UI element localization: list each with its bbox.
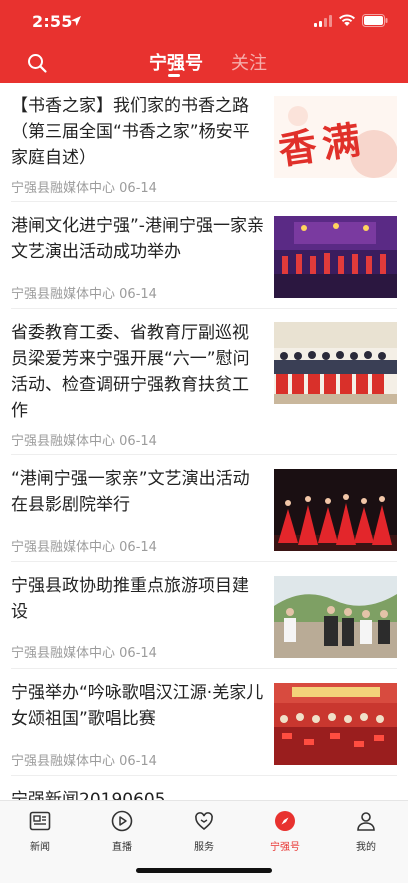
news-title: 【书香之家】我们家的书香之路（第三届全国“书香之家”杨安平家庭自述） xyxy=(11,96,250,168)
news-source: 宁强县融媒体中心 xyxy=(11,287,116,302)
user-icon xyxy=(357,812,375,831)
news-item[interactable]: 宁强新闻20190605 xyxy=(0,776,408,800)
home-indicator[interactable] xyxy=(136,868,272,873)
tabbar-item-mine[interactable]: 我的 xyxy=(336,809,396,853)
news-date: 06-14 xyxy=(119,434,157,449)
news-item[interactable]: 省委教育工委、省教育厅副巡视员梁爱芳来宁强开展“六一”慰问活动、检查调研宁强教育… xyxy=(0,309,408,455)
news-title: 宁强县政协助推重点旅游项目建设 xyxy=(11,576,249,622)
news-date: 06-14 xyxy=(119,287,157,302)
news-meta: 宁强县融媒体中心 06-14 xyxy=(11,750,157,769)
tabbar-item-ningqianghao[interactable]: 宁强号 xyxy=(255,809,315,853)
tabbar-label: 宁强号 xyxy=(270,842,300,853)
battery-icon xyxy=(362,14,388,27)
location-arrow-icon xyxy=(71,16,81,26)
news-meta: 宁强县融媒体中心 06-14 xyxy=(11,536,157,555)
news-source: 宁强县融媒体中心 xyxy=(11,754,116,769)
newspaper-icon xyxy=(29,811,51,831)
news-thumbnail xyxy=(274,683,397,765)
news-source: 宁强县融媒体中心 xyxy=(11,540,116,555)
news-source: 宁强县融媒体中心 xyxy=(11,646,116,661)
tabbar-label: 服务 xyxy=(194,842,214,853)
news-meta: 宁强县融媒体中心 06-14 xyxy=(11,283,157,302)
news-title: 宁强新闻20190605 xyxy=(11,790,166,800)
status-time: 2:55 xyxy=(32,12,73,31)
news-thumbnail: 香满 xyxy=(274,96,397,178)
service-heart-icon xyxy=(195,812,213,831)
wifi-icon xyxy=(339,14,355,26)
tabbar-label: 直播 xyxy=(112,842,132,853)
tabbar-label: 我的 xyxy=(356,842,376,853)
tab-ningqianghao[interactable]: 宁强号 xyxy=(149,49,203,75)
play-icon xyxy=(111,810,133,832)
news-date: 06-14 xyxy=(119,646,157,661)
news-title: 港闸文化进宁强”-港闸宁强一家亲文艺演出活动成功举办 xyxy=(11,216,264,262)
compass-icon xyxy=(275,811,295,831)
news-meta: 宁强县融媒体中心 06-14 xyxy=(11,642,157,661)
news-date: 06-14 xyxy=(119,754,157,769)
tabbar-item-news[interactable]: 新闻 xyxy=(10,809,70,853)
tab-follow[interactable]: 关注 xyxy=(231,49,267,75)
news-title: “港闸宁强一家亲”文艺演出活动在县影剧院举行 xyxy=(11,469,250,515)
news-thumbnail xyxy=(274,576,397,658)
news-item[interactable]: 港闸文化进宁强”-港闸宁强一家亲文艺演出活动成功举办 宁强县融媒体中心 06-1… xyxy=(0,202,408,309)
news-source: 宁强县融媒体中心 xyxy=(11,434,116,449)
tabbar-item-service[interactable]: 服务 xyxy=(174,809,234,853)
news-thumbnail xyxy=(274,469,397,551)
app-header: 2:55 宁强号 关注 xyxy=(0,0,408,83)
news-item[interactable]: 【书香之家】我们家的书香之路（第三届全国“书香之家”杨安平家庭自述） 宁强县融媒… xyxy=(0,83,408,202)
tabbar-label: 新闻 xyxy=(30,842,50,853)
tabbar-item-live[interactable]: 直播 xyxy=(92,809,152,853)
news-meta: 宁强县融媒体中心 06-14 xyxy=(11,430,157,449)
active-tab-indicator xyxy=(168,74,180,77)
news-thumbnail xyxy=(274,216,397,298)
news-title: 宁强举办“吟咏歌唱汉江源·羌家儿女颂祖国”歌唱比赛 xyxy=(11,683,264,729)
news-meta: 宁强县融媒体中心 06-14 xyxy=(11,177,157,196)
news-date: 06-14 xyxy=(119,181,157,196)
news-item[interactable]: “港闸宁强一家亲”文艺演出活动在县影剧院举行 宁强县融媒体中心 06-14 xyxy=(0,455,408,562)
news-item[interactable]: 宁强举办“吟咏歌唱汉江源·羌家儿女颂祖国”歌唱比赛 宁强县融媒体中心 06-14 xyxy=(0,669,408,776)
news-title: 省委教育工委、省教育厅副巡视员梁爱芳来宁强开展“六一”慰问活动、检查调研宁强教育… xyxy=(11,323,250,421)
news-source: 宁强县融媒体中心 xyxy=(11,181,116,196)
news-item[interactable]: 宁强县政协助推重点旅游项目建设 宁强县融媒体中心 06-14 xyxy=(0,562,408,669)
status-bar: 2:55 xyxy=(0,0,408,44)
news-feed[interactable]: 【书香之家】我们家的书香之路（第三届全国“书香之家”杨安平家庭自述） 宁强县融媒… xyxy=(0,83,408,800)
news-thumbnail xyxy=(274,322,397,404)
cellular-signal-icon xyxy=(314,15,332,27)
news-date: 06-14 xyxy=(119,540,157,555)
search-icon[interactable] xyxy=(26,52,48,74)
